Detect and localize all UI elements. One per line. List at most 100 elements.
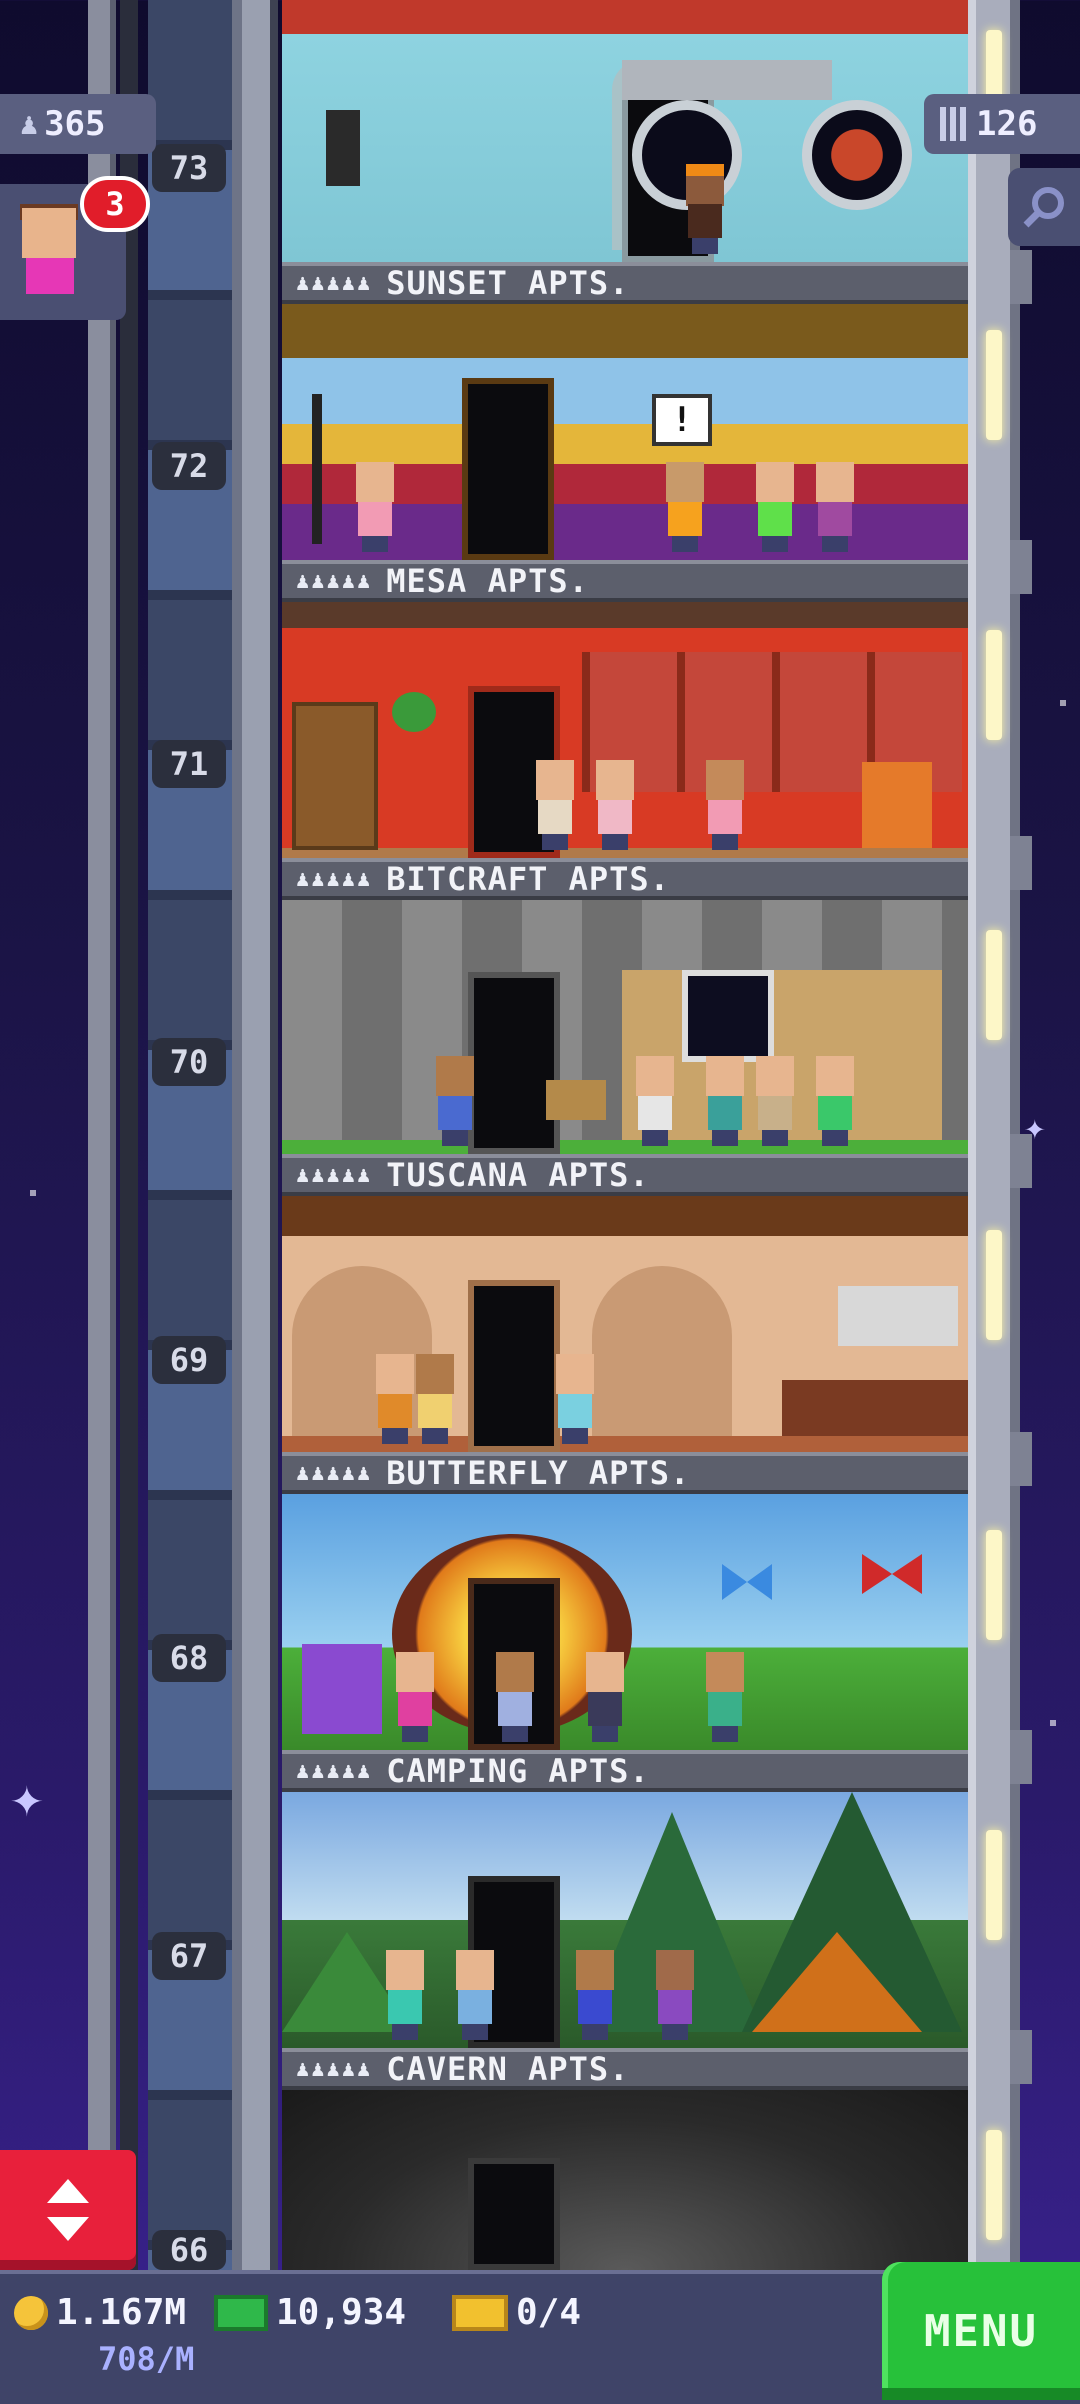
control-panel xyxy=(622,60,832,100)
menu-button[interactable]: MENU xyxy=(882,2262,1080,2400)
resident[interactable] xyxy=(552,1354,598,1444)
floor-count-value: 126 xyxy=(976,104,1038,144)
resident[interactable] xyxy=(752,1056,798,1146)
floor-label-tuscana[interactable]: ♟♟♟♟♟ TUSCANA APTS. xyxy=(282,1154,968,1196)
resident[interactable] xyxy=(572,1950,618,2040)
bux-value: 10,934 xyxy=(276,2292,407,2333)
wall-bracket xyxy=(1010,1134,1032,1188)
coin-icon xyxy=(14,2295,48,2330)
tickets-stat[interactable]: 0/4 xyxy=(452,2292,581,2333)
elevator-rail-inner xyxy=(120,0,138,2270)
population-value: 365 xyxy=(44,104,106,144)
elevator-shaft-edge xyxy=(232,0,278,2270)
resident[interactable] xyxy=(352,462,398,552)
resident[interactable] xyxy=(432,1056,478,1146)
floor-tuscana[interactable] xyxy=(282,900,968,1154)
resident[interactable] xyxy=(632,1056,678,1146)
resident[interactable] xyxy=(452,1950,498,2040)
search-button[interactable] xyxy=(1008,168,1080,246)
floor-name: BITCRAFT APTS. xyxy=(386,860,670,898)
wall-device xyxy=(326,110,360,186)
resident[interactable] xyxy=(492,1652,538,1742)
floor-butterfly[interactable] xyxy=(282,1196,968,1452)
coins-value: 1.167M xyxy=(56,2292,187,2333)
arch-alcove xyxy=(592,1266,732,1436)
counter xyxy=(782,1380,968,1436)
notification-badge: 3 xyxy=(80,176,150,232)
elevator-shaft[interactable] xyxy=(148,0,232,2270)
hanging-plant xyxy=(392,692,436,732)
resident[interactable] xyxy=(702,760,748,850)
wall-bracket xyxy=(1010,836,1032,890)
floor-cave[interactable] xyxy=(282,2090,968,2270)
tickets-value: 0/4 xyxy=(516,2292,582,2333)
floor-label-sunset[interactable]: ♟♟♟♟♟ SUNSET APTS. xyxy=(282,262,968,304)
wall-light xyxy=(986,930,1002,1040)
wall-bracket xyxy=(1010,540,1032,594)
alert-mark: ! xyxy=(671,400,693,440)
floor-bitcraft[interactable] xyxy=(282,602,968,858)
resident[interactable] xyxy=(662,462,708,552)
elevator-rail xyxy=(88,0,116,2270)
elevator-button[interactable] xyxy=(0,2150,136,2270)
resident[interactable] xyxy=(702,1056,748,1146)
resident[interactable] xyxy=(392,1652,438,1742)
resident[interactable] xyxy=(652,1950,698,2040)
ticket-icon xyxy=(452,2294,508,2331)
floor-counter[interactable]: 126 xyxy=(924,94,1080,154)
resident-slots: ♟♟♟♟♟ xyxy=(296,1758,373,1784)
floor-label-cavern[interactable]: ♟♟♟♟♟ CAVERN APTS. xyxy=(282,2048,968,2090)
resident[interactable] xyxy=(532,760,578,850)
wall-light xyxy=(986,1530,1002,1640)
wall-bracket xyxy=(1010,1730,1032,1784)
floor-camping[interactable] xyxy=(282,1494,968,1750)
coins-stat[interactable]: 1.167M xyxy=(14,2292,186,2333)
floor-number-67: 67 xyxy=(152,1932,226,1980)
avatar xyxy=(22,208,76,258)
wall-light xyxy=(986,630,1002,740)
resident[interactable] xyxy=(812,1056,858,1146)
floor-name: BUTTERFLY APTS. xyxy=(386,1454,691,1492)
floor-label-camping[interactable]: ♟♟♟♟♟ CAMPING APTS. xyxy=(282,1750,968,1792)
resident[interactable] xyxy=(592,760,638,850)
wall-light xyxy=(986,2130,1002,2240)
floor-number-71: 71 xyxy=(152,740,226,788)
resident-slots: ♟♟♟♟♟ xyxy=(296,270,373,296)
building-icon xyxy=(940,107,966,141)
resident-slots: ♟♟♟♟♟ xyxy=(296,1162,373,1188)
floor-label-mesa[interactable]: ♟♟♟♟♟ MESA APTS. xyxy=(282,560,968,602)
alert-bubble[interactable]: ! xyxy=(652,394,712,446)
resident[interactable] xyxy=(752,462,798,552)
resident[interactable] xyxy=(582,1652,628,1742)
floor-label-bitcraft[interactable]: ♟♟♟♟♟ BITCRAFT APTS. xyxy=(282,858,968,900)
person-icon: ♟ xyxy=(20,106,39,142)
bux-icon xyxy=(214,2294,268,2331)
apartment-door[interactable] xyxy=(468,2158,560,2270)
bux-stat[interactable]: 10,934 xyxy=(214,2292,406,2333)
wall-sign xyxy=(546,1080,606,1120)
porthole-mars xyxy=(802,100,912,210)
wall-bracket xyxy=(1010,2030,1032,2084)
floor-mesa[interactable]: ! xyxy=(282,304,968,560)
floor-label-butterfly[interactable]: ♟♟♟♟♟ BUTTERFLY APTS. xyxy=(282,1452,968,1494)
floor-number-68: 68 xyxy=(152,1634,226,1682)
butterfly-decor xyxy=(722,1564,772,1600)
resident[interactable] xyxy=(812,462,858,552)
apartment-door[interactable] xyxy=(468,972,560,1154)
floor-cavern[interactable] xyxy=(282,1792,968,2048)
apartment-door[interactable] xyxy=(468,1280,560,1452)
kitchen-cabinet xyxy=(838,1286,958,1346)
resident-slots: ♟♟♟♟♟ xyxy=(296,2056,373,2082)
resident-slots: ♟♟♟♟♟ xyxy=(296,1460,373,1486)
wall-light xyxy=(986,1830,1002,1940)
resident[interactable] xyxy=(382,1950,428,2040)
arcade-cabinet xyxy=(862,762,932,848)
apartment-door[interactable] xyxy=(462,378,554,560)
population-counter[interactable]: ♟ 365 xyxy=(0,94,156,154)
resident[interactable] xyxy=(682,164,728,254)
resident[interactable] xyxy=(702,1652,748,1742)
wall-light xyxy=(986,330,1002,440)
grass-floor xyxy=(282,1140,968,1154)
floor-sunset[interactable] xyxy=(282,0,968,262)
resident[interactable] xyxy=(412,1354,458,1444)
